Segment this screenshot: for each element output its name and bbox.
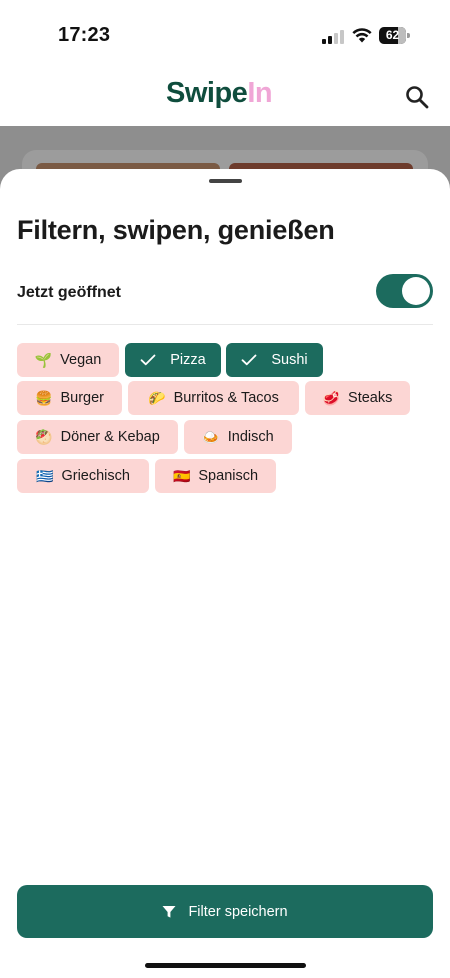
- curry-icon: 🍛: [202, 429, 220, 445]
- chip-doener-kebap[interactable]: 🥙 Döner & Kebap: [17, 420, 178, 454]
- save-button-label: Filter speichern: [188, 903, 288, 920]
- search-icon: [406, 86, 429, 109]
- open-now-toggle[interactable]: [376, 274, 433, 308]
- wifi-icon: [352, 28, 372, 43]
- battery-icon: 62: [379, 27, 410, 44]
- battery-level: 62: [385, 28, 400, 42]
- filter-icon: [162, 905, 176, 918]
- chip-label: Sushi: [271, 352, 308, 368]
- chip-indisch[interactable]: 🍛 Indisch: [184, 420, 292, 454]
- cellular-signal-icon: [322, 30, 346, 44]
- sheet-grabber[interactable]: [209, 179, 242, 183]
- divider: [17, 324, 433, 325]
- greece-flag-icon: 🇬🇷: [36, 468, 54, 484]
- toggle-knob: [402, 277, 430, 305]
- app-logo: SwipeIn: [166, 77, 273, 109]
- doener-icon: 🥙: [35, 429, 53, 445]
- search-button[interactable]: [404, 84, 430, 110]
- status-bar: 17:23 62: [0, 0, 450, 64]
- chip-label: Burger: [60, 390, 104, 406]
- chip-label: Burritos & Tacos: [173, 390, 279, 406]
- open-now-label: Jetzt geöffnet: [17, 284, 121, 301]
- chip-label: Vegan: [60, 352, 102, 368]
- taco-icon: 🌮: [148, 390, 166, 406]
- chip-vegan[interactable]: 🌱 Vegan: [17, 343, 119, 377]
- chip-sushi[interactable]: Sushi: [226, 343, 323, 377]
- chip-burger[interactable]: 🍔 Burger: [17, 381, 122, 415]
- check-icon: [241, 354, 257, 366]
- chip-griechisch[interactable]: 🇬🇷 Griechisch: [17, 459, 149, 493]
- spain-flag-icon: 🇪🇸: [172, 468, 191, 484]
- burger-icon: 🍔: [35, 390, 53, 406]
- chip-label: Döner & Kebap: [60, 429, 160, 445]
- open-now-row: Jetzt geöffnet: [17, 274, 433, 314]
- status-time: 17:23: [58, 24, 111, 46]
- sprout-icon: 🌱: [34, 352, 53, 368]
- chip-label: Griechisch: [61, 468, 130, 484]
- chip-burritos-tacos[interactable]: 🌮 Burritos & Tacos: [128, 381, 299, 415]
- chip-steaks[interactable]: 🥩 Steaks: [305, 381, 410, 415]
- check-icon: [140, 354, 156, 366]
- app-header: SwipeIn: [0, 64, 450, 126]
- home-indicator[interactable]: [145, 963, 306, 968]
- chip-label: Spanisch: [198, 468, 259, 484]
- chip-label: Steaks: [348, 390, 393, 406]
- sheet-title: Filtern, swipen, genießen: [17, 215, 335, 245]
- chip-pizza[interactable]: Pizza: [125, 343, 221, 377]
- chip-label: Indisch: [227, 429, 274, 445]
- save-filter-button[interactable]: Filter speichern: [17, 885, 433, 938]
- steak-icon: 🥩: [322, 390, 341, 406]
- screen: 17:23 62 SwipeIn Filtern, swipen, genieß…: [0, 0, 450, 978]
- chip-label: Pizza: [170, 352, 206, 368]
- chip-spanisch[interactable]: 🇪🇸 Spanisch: [155, 459, 276, 493]
- filter-sheet: Filtern, swipen, genießen Jetzt geöffnet…: [0, 169, 450, 978]
